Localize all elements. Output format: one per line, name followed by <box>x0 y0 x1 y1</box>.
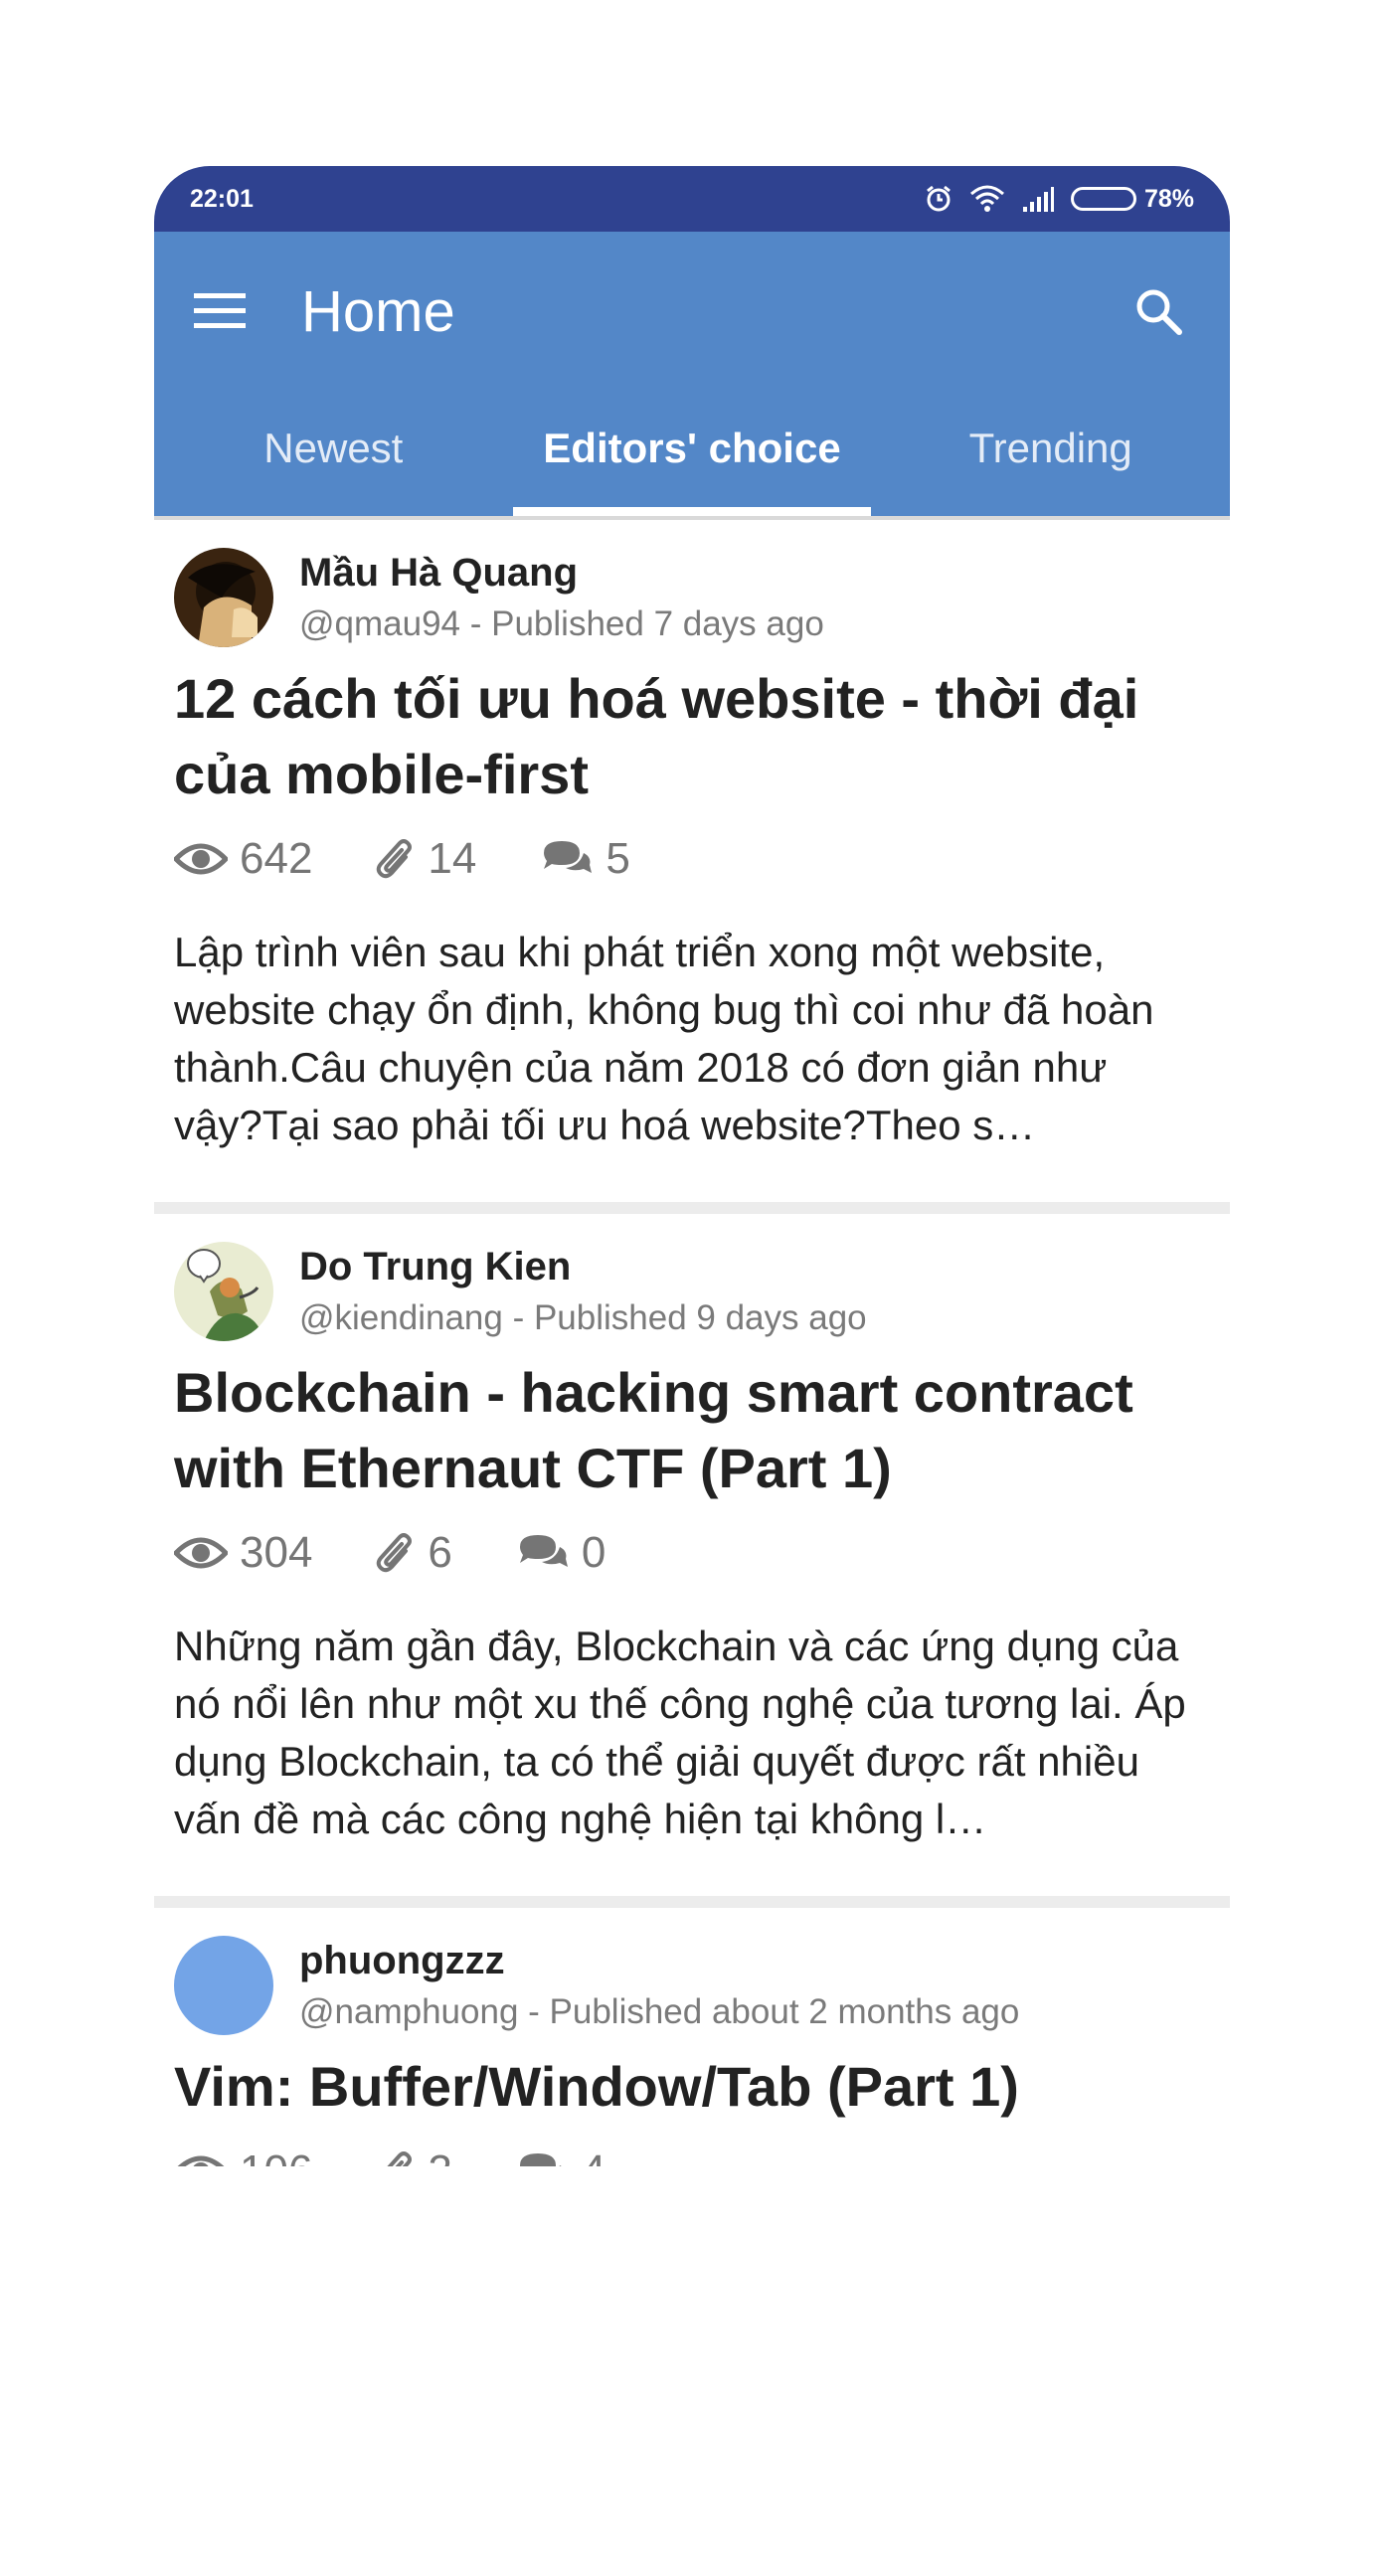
clips-stat: 2 <box>376 2147 452 2166</box>
signal-icon <box>1021 185 1055 213</box>
post-title[interactable]: Vim: Buffer/Window/Tab (Part 1) <box>174 2049 1206 2125</box>
comments-icon <box>519 1535 568 1567</box>
eye-icon <box>177 2155 225 2166</box>
views-stat: 642 <box>174 834 312 884</box>
clips-count: 6 <box>428 1528 452 1577</box>
post-meta: @namphuong - Published about 2 months ag… <box>299 1992 1020 2031</box>
post-divider <box>154 1896 1230 1908</box>
comments-count: 5 <box>606 834 630 883</box>
paperclip-icon <box>377 839 413 879</box>
post-divider <box>154 1202 1230 1214</box>
clips-count: 2 <box>428 2147 451 2166</box>
views-count: 304 <box>240 1528 313 1577</box>
views-stat: 106 <box>174 2147 312 2166</box>
avatar[interactable] <box>174 1242 273 1341</box>
post-stats: 304 6 0 <box>174 1528 1206 1578</box>
post-card[interactable]: Do Trung Kien @kiendinang - Published 9 … <box>154 1214 1230 1848</box>
author-name[interactable]: phuongzzz <box>299 1934 1019 1987</box>
post-card[interactable]: Mầu Hà Quang @qmau94 - Published 7 days … <box>154 520 1230 1154</box>
views-count: 642 <box>240 834 313 883</box>
tab-editors-choice[interactable]: Editors' choice <box>512 391 872 516</box>
author-info: Do Trung Kien @kiendinang - Published 9 … <box>299 1240 867 1343</box>
author-name[interactable]: Mầu Hà Quang <box>299 546 824 600</box>
app-bar: Home <box>154 232 1230 391</box>
post-meta: @qmau94 - Published 7 days ago <box>299 604 824 643</box>
battery-indicator: 78% <box>1070 184 1194 214</box>
phone-screen: 22:01 78% Home Newest Editors' choice Tr… <box>154 166 1230 2323</box>
status-icons: 78% <box>924 184 1194 214</box>
post-feed: Mầu Hà Quang @qmau94 - Published 7 days … <box>154 520 1230 2166</box>
comments-stat: 4 <box>516 2147 606 2166</box>
post-excerpt: Những năm gần đây, Blockchain và các ứng… <box>174 1623 1186 1842</box>
comments-count: 4 <box>582 2147 606 2166</box>
post-header: Mầu Hà Quang @qmau94 - Published 7 days … <box>174 546 1206 649</box>
menu-icon <box>194 293 246 328</box>
wifi-icon <box>969 184 1005 214</box>
search-button[interactable] <box>1126 279 1190 343</box>
post-stats: 642 14 5 <box>174 834 1206 884</box>
comments-icon <box>544 841 593 873</box>
clips-count: 14 <box>428 834 477 883</box>
author-name[interactable]: Do Trung Kien <box>299 1240 867 1293</box>
page-title: Home <box>301 278 455 344</box>
post-card[interactable]: phuongzzz @namphuong - Published about 2… <box>154 1908 1230 2166</box>
menu-button[interactable] <box>192 283 248 339</box>
tab-newest[interactable]: Newest <box>154 391 513 516</box>
post-header: Do Trung Kien @kiendinang - Published 9 … <box>174 1240 1206 1343</box>
post-header: phuongzzz @namphuong - Published about 2… <box>174 1934 1206 2037</box>
post-title[interactable]: 12 cách tối ưu hoá website - thời đại củ… <box>174 661 1206 812</box>
tab-bar: Newest Editors' choice Trending <box>154 391 1230 516</box>
alarm-icon <box>924 184 953 214</box>
post-stats: 106 2 4 <box>174 2147 1206 2166</box>
tab-trending[interactable]: Trending <box>871 391 1230 516</box>
comments-stat: 0 <box>516 1528 606 1578</box>
avatar[interactable] <box>174 1936 273 2035</box>
views-count: 106 <box>240 2147 312 2166</box>
clips-stat: 6 <box>376 1528 452 1578</box>
post-title[interactable]: Blockchain - hacking smart contract with… <box>174 1355 1206 1506</box>
status-time: 22:01 <box>190 184 254 213</box>
author-info: Mầu Hà Quang @qmau94 - Published 7 days … <box>299 546 824 649</box>
battery-percent: 78% <box>1143 184 1194 213</box>
avatar[interactable] <box>174 548 273 647</box>
post-meta: @kiendinang - Published 9 days ago <box>299 1298 867 1337</box>
views-stat: 304 <box>174 1528 312 1578</box>
battery-icon <box>1070 187 1136 211</box>
search-icon <box>1136 289 1182 335</box>
eye-icon <box>174 843 228 875</box>
eye-icon <box>174 1537 228 1569</box>
clips-stat: 14 <box>376 834 476 884</box>
comments-count: 0 <box>581 1528 606 1577</box>
post-excerpt: Lập trình viên sau khi phát triển xong m… <box>174 929 1154 1148</box>
comments-icon <box>519 2153 562 2166</box>
paperclip-icon <box>387 2151 413 2166</box>
comments-stat: 5 <box>540 834 630 884</box>
paperclip-icon <box>377 1533 413 1573</box>
status-bar: 22:01 78% <box>154 166 1230 232</box>
author-info: phuongzzz @namphuong - Published about 2… <box>299 1934 1019 2037</box>
